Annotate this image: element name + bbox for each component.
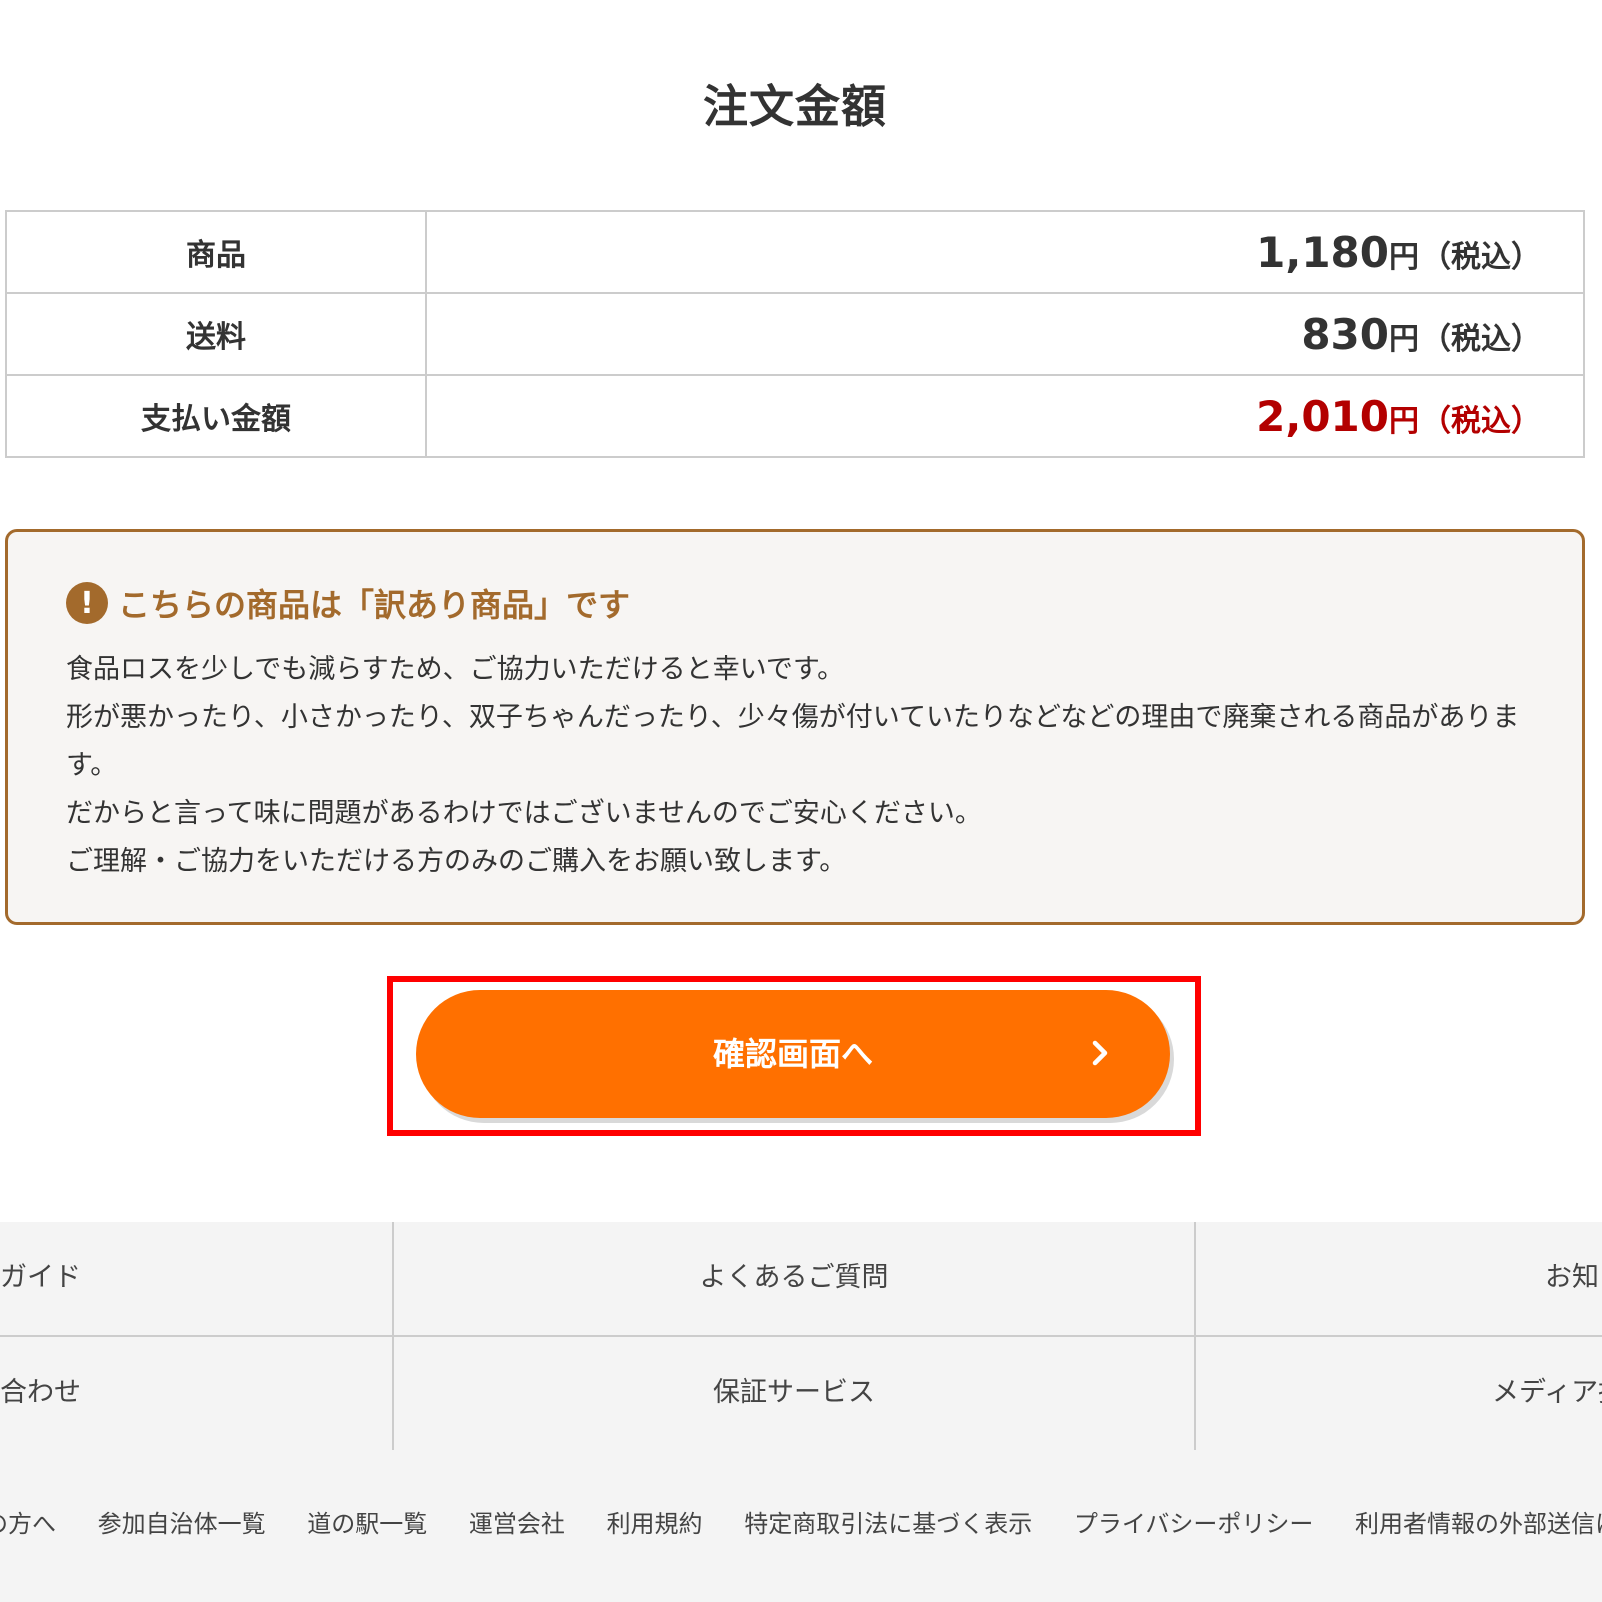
amount-value: 1,180 (1256, 227, 1389, 277)
divider (1194, 1222, 1196, 1450)
footer-link[interactable]: 者の方へ (0, 1510, 56, 1538)
confirm-button-label: 確認画面へ (712, 1036, 873, 1072)
row-value: 1,180円（税込） (425, 210, 1585, 294)
amount-value: 2,010 (1256, 391, 1389, 441)
footer-link[interactable]: 利用規約 (607, 1510, 703, 1538)
notice-line: 形が悪かったり、小さかったり、双子ちゃんだったり、少々傷が付いていたりなどなどの… (66, 702, 1520, 781)
footer-link[interactable]: 運営会社 (469, 1510, 565, 1538)
tax-note: （税込） (1421, 239, 1541, 275)
currency-unit: 円 (1389, 403, 1419, 439)
notice-box: ! こちらの商品は「訳あり商品」です 食品ロスを少しでも減らすため、ご協力いただ… (5, 529, 1585, 925)
footer-link[interactable]: 道の駅一覧 (307, 1510, 427, 1538)
footer-nav-faq[interactable]: よくあるご質問 (394, 1222, 1194, 1334)
total-value: 2,010円（税込） (425, 374, 1585, 458)
footer-nav-media[interactable]: メディア掲 (1492, 1337, 1602, 1449)
amount-value: 830 (1301, 309, 1389, 359)
row-label: 支払い金額 (5, 374, 427, 458)
row-label: 商品 (5, 210, 427, 294)
footer-links: 者の方へ 参加自治体一覧 道の駅一覧 運営会社 利用規約 特定商取引法に基づく表… (0, 1504, 1602, 1539)
footer-link[interactable]: プライバシーポリシー (1074, 1510, 1314, 1538)
row-value: 830円（税込） (425, 292, 1585, 376)
table-row: 支払い金額 2,010円（税込） (5, 374, 1585, 458)
footer-link[interactable]: 参加自治体一覧 (98, 1510, 266, 1538)
notice-line: 食品ロスを少しでも減らすため、ご協力いただけると幸いです。 (66, 654, 845, 685)
footer-nav-contact[interactable]: 合わせ (0, 1337, 392, 1449)
footer-link[interactable]: 特定商取引法に基づく表示 (744, 1510, 1032, 1538)
tax-note: （税込） (1421, 403, 1541, 439)
footer-nav-warranty[interactable]: 保証サービス (394, 1337, 1194, 1449)
footer-link[interactable]: 利用者情報の外部送信につ (1355, 1510, 1602, 1538)
notice-body: 食品ロスを少しでも減らすため、ご協力いただけると幸いです。 形が悪かったり、小さ… (66, 646, 1536, 886)
footer-nav-guide[interactable]: ガイド (0, 1222, 392, 1334)
exclamation-circle-icon: ! (66, 582, 108, 624)
order-amount-table: 商品 1,180円（税込） 送料 830円（税込） 支払い金額 2,010円（税… (5, 210, 1585, 458)
footer-nav: ガイド よくあるご質問 お知ら 合わせ 保証サービス メディア掲 (0, 1222, 1602, 1450)
currency-unit: 円 (1389, 239, 1419, 275)
chevron-right-icon (1092, 1040, 1108, 1066)
footer-bottom: 者の方へ 参加自治体一覧 道の駅一覧 運営会社 利用規約 特定商取引法に基づく表… (0, 1450, 1602, 1602)
table-row: 商品 1,180円（税込） (5, 210, 1585, 294)
table-row: 送料 830円（税込） (5, 292, 1585, 376)
notice-line: ご理解・ご協力をいただける方のみのご購入をお願い致します。 (66, 846, 847, 877)
currency-unit: 円 (1389, 321, 1419, 357)
tax-note: （税込） (1421, 321, 1541, 357)
confirm-screen-button[interactable]: 確認画面へ (416, 990, 1170, 1118)
notice-heading: ! こちらの商品は「訳あり商品」です (66, 580, 630, 626)
row-label: 送料 (5, 292, 427, 376)
notice-line: だからと言って味に問題があるわけではございませんのでご安心ください。 (66, 798, 982, 829)
notice-heading-text: こちらの商品は「訳あり商品」です (118, 586, 631, 624)
page-title: 注文金額 (702, 80, 887, 133)
footer-nav-news[interactable]: お知ら (1545, 1222, 1602, 1334)
